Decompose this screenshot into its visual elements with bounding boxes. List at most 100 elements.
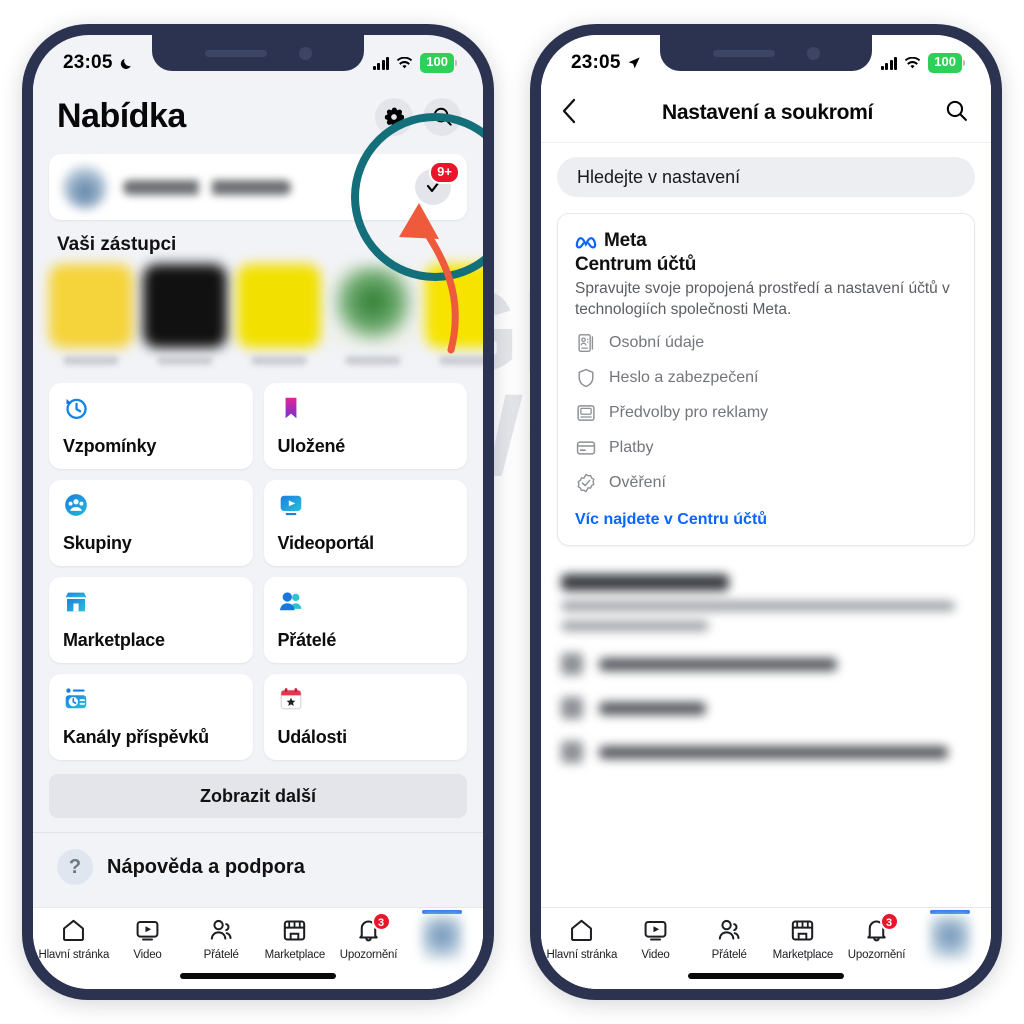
speaker-grille bbox=[204, 49, 267, 57]
tile-friends[interactable]: Přátelé bbox=[263, 577, 467, 663]
question-circle-icon: ? bbox=[57, 849, 93, 885]
tab-marketplace[interactable]: Marketplace bbox=[766, 917, 840, 961]
home-indicator bbox=[180, 973, 336, 979]
id-card-icon bbox=[578, 334, 594, 353]
avatar-label bbox=[345, 356, 401, 365]
help-and-support-row[interactable]: ? Nápověda a podpora bbox=[33, 832, 483, 885]
avatar-label bbox=[157, 356, 213, 365]
home-icon bbox=[571, 919, 593, 941]
cellular-signal-icon bbox=[372, 56, 390, 70]
blurred-settings-section bbox=[541, 564, 991, 764]
left-phone-screen: 23:05 100 Nabídka 9+ Vaši zástupci Vzpom… bbox=[33, 35, 483, 989]
tile-label: Videoportál bbox=[277, 533, 375, 553]
pointer-arrow-orange bbox=[399, 203, 459, 354]
left-phone-frame: 23:05 100 Nabídka 9+ Vaši zástupci Vzpom… bbox=[22, 24, 494, 1000]
meta-brand-label: Meta bbox=[604, 230, 647, 251]
tab-notifications[interactable]: 3 Upozornění bbox=[332, 912, 406, 961]
tab-home[interactable]: Hlavní stránka bbox=[545, 917, 619, 961]
list-item[interactable] bbox=[143, 264, 227, 365]
blurred-text bbox=[599, 745, 948, 759]
tab-friends[interactable]: Přátelé bbox=[692, 917, 766, 961]
tile-events[interactable]: Události bbox=[263, 674, 467, 760]
tile-memories[interactable]: Vzpomínky bbox=[49, 383, 253, 469]
tab-friends[interactable]: Přátelé bbox=[184, 917, 258, 961]
avatar bbox=[63, 165, 107, 209]
blurred-row bbox=[561, 653, 971, 676]
chevron-left-icon bbox=[562, 98, 576, 124]
monitor-icon bbox=[577, 405, 595, 422]
blurred-icon bbox=[561, 653, 583, 676]
friends-icon bbox=[718, 919, 740, 940]
tile-marketplace[interactable]: Marketplace bbox=[49, 577, 253, 663]
card-heading: Centrum účtů bbox=[575, 254, 697, 275]
blurred-row bbox=[561, 741, 971, 764]
list-item-ad-preferences[interactable]: Předvolby pro reklamy bbox=[575, 402, 958, 424]
battery-nub bbox=[963, 60, 965, 66]
accounts-center-list: Osobní údaje Heslo a zabezpečení Předvol… bbox=[575, 332, 958, 494]
tile-feeds[interactable]: Kanály příspěvků bbox=[49, 674, 253, 760]
search-button[interactable] bbox=[944, 98, 969, 128]
tile-saved[interactable]: Uložené bbox=[263, 383, 467, 469]
list-item-verification[interactable]: Ověření bbox=[575, 472, 958, 494]
tab-label: Hlavní stránka bbox=[38, 949, 110, 961]
back-button[interactable] bbox=[561, 97, 591, 128]
tile-label: Skupiny bbox=[63, 533, 132, 553]
tab-video[interactable]: Video bbox=[619, 917, 693, 961]
show-more-button[interactable]: Zobrazit další bbox=[49, 774, 467, 818]
meta-infinity-icon bbox=[575, 236, 597, 249]
tab-marketplace[interactable]: Marketplace bbox=[258, 917, 332, 961]
shield-icon bbox=[578, 369, 594, 388]
tab-notifications[interactable]: 3 Upozornění bbox=[840, 912, 914, 961]
meta-brand: Meta bbox=[575, 230, 958, 252]
search-input[interactable]: Hledejte v nastavení bbox=[557, 157, 975, 197]
list-item-label: Předvolby pro reklamy bbox=[609, 404, 769, 422]
list-item-personal-details[interactable]: Osobní údaje bbox=[575, 332, 958, 354]
tab-badge: 3 bbox=[879, 912, 899, 931]
avatar-label bbox=[63, 356, 119, 365]
status-time: 23:05 bbox=[63, 52, 113, 73]
tab-home[interactable]: Hlavní stránka bbox=[37, 917, 111, 961]
list-item[interactable] bbox=[237, 264, 321, 365]
home-indicator bbox=[688, 973, 844, 979]
tab-label: Video bbox=[133, 949, 162, 961]
storefront-icon bbox=[284, 920, 306, 941]
list-item-label: Platby bbox=[609, 439, 654, 457]
list-item-password-security[interactable]: Heslo a zabezpečení bbox=[575, 367, 958, 389]
right-screen-body: Nastavení a soukromí Hledejte v nastaven… bbox=[541, 83, 991, 989]
help-and-support-label: Nápověda a podpora bbox=[107, 855, 305, 878]
blurred-text bbox=[599, 657, 837, 671]
friends-icon bbox=[279, 592, 301, 611]
active-indicator bbox=[422, 910, 463, 914]
page-title: Nabídka bbox=[57, 97, 186, 135]
profile-name bbox=[123, 179, 291, 195]
feeds-icon bbox=[65, 688, 87, 709]
active-indicator bbox=[930, 910, 971, 914]
list-item-payments[interactable]: Platby bbox=[575, 437, 958, 459]
tile-video[interactable]: Videoportál bbox=[263, 480, 467, 566]
tab-video[interactable]: Video bbox=[111, 917, 185, 961]
list-item-label: Osobní údaje bbox=[609, 334, 705, 352]
tab-label: Upozornění bbox=[339, 949, 398, 961]
battery-level: 100 bbox=[928, 53, 962, 73]
search-placeholder: Hledejte v nastavení bbox=[577, 166, 741, 187]
tile-groups[interactable]: Skupiny bbox=[49, 480, 253, 566]
front-camera bbox=[298, 46, 312, 60]
cellular-signal-icon bbox=[880, 56, 898, 70]
accounts-center-link[interactable]: Víc najdete v Centru účtů bbox=[575, 511, 958, 529]
tile-label: Kanály příspěvků bbox=[63, 727, 209, 747]
tab-label: Marketplace bbox=[264, 949, 326, 961]
memories-clock-icon bbox=[66, 398, 87, 419]
notch bbox=[152, 35, 364, 71]
list-item[interactable] bbox=[49, 264, 133, 365]
wifi-icon bbox=[905, 56, 921, 68]
credit-card-icon bbox=[576, 441, 596, 455]
tile-label: Vzpomínky bbox=[63, 436, 157, 456]
blurred-text bbox=[599, 701, 706, 715]
tab-profile[interactable] bbox=[913, 910, 987, 961]
accounts-center-card: Meta Centrum účtů Spravujte svoje propoj… bbox=[557, 213, 975, 547]
avatar bbox=[237, 264, 321, 348]
storefront-icon bbox=[65, 592, 87, 612]
avatar bbox=[929, 915, 972, 961]
tab-profile[interactable] bbox=[405, 910, 479, 961]
blurred-icon bbox=[561, 741, 583, 764]
